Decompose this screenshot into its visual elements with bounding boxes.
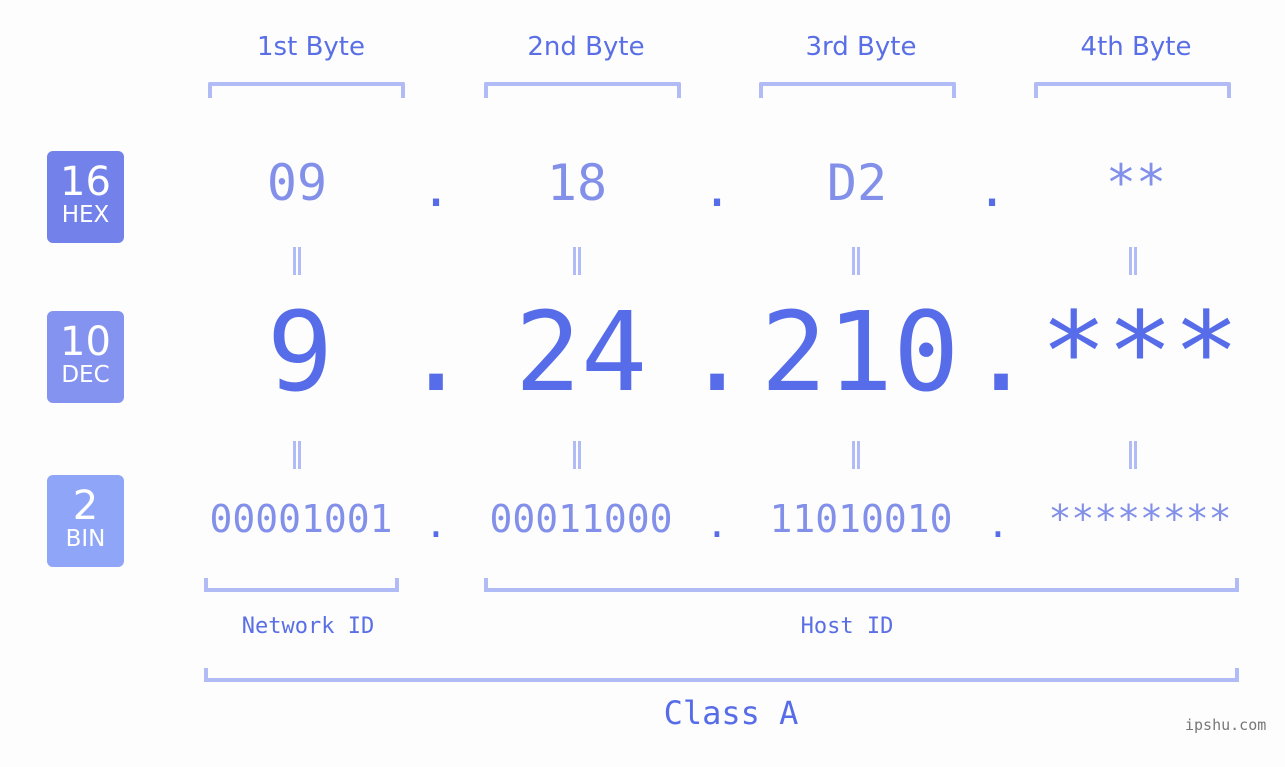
byte-bracket-1: [208, 82, 405, 98]
byte-bracket-2: [484, 82, 681, 98]
dec-value-1: 9: [266, 288, 334, 416]
class-bracket: [204, 668, 1239, 682]
host-id-label: Host ID: [800, 614, 894, 639]
hex-separator: .: [977, 160, 1008, 218]
hex-badge: 16 HEX: [47, 151, 124, 243]
hex-value-4: **: [1105, 154, 1167, 212]
watermark: ipshu.com: [1185, 716, 1267, 734]
byte-label-3: 3rd Byte: [805, 32, 917, 62]
dec-badge-name: DEC: [61, 362, 110, 388]
bin-value-3: 11010010: [769, 497, 953, 541]
equals-icon: [1129, 441, 1137, 469]
equals-icon: [1129, 247, 1137, 275]
bin-separator: .: [986, 502, 1010, 546]
dec-value-3: 210: [760, 288, 960, 416]
byte-bracket-4: [1034, 82, 1231, 98]
hex-value-3: D2: [826, 154, 888, 212]
network-id-label: Network ID: [241, 614, 375, 639]
equals-icon: [573, 247, 581, 275]
hex-badge-name: HEX: [61, 202, 110, 228]
equals-icon: [293, 441, 301, 469]
hex-separator: .: [702, 160, 733, 218]
hex-badge-number: 16: [60, 159, 111, 205]
byte-label-4: 4th Byte: [1080, 32, 1192, 62]
dec-badge-number: 10: [60, 319, 111, 365]
hex-separator: .: [421, 160, 452, 218]
dec-value-2: 24: [514, 288, 648, 416]
hex-value-1: 09: [266, 154, 328, 212]
byte-label-2: 2nd Byte: [527, 32, 645, 62]
byte-bracket-3: [759, 82, 956, 98]
bin-value-2: 00011000: [489, 497, 673, 541]
bin-badge: 2 BIN: [47, 475, 124, 567]
bin-separator: .: [424, 502, 448, 546]
byte-label-1: 1st Byte: [257, 32, 365, 62]
network-bracket: [204, 578, 399, 592]
bin-value-4: ********: [1048, 497, 1232, 541]
bin-badge-number: 2: [72, 483, 99, 529]
class-label: Class A: [663, 694, 799, 732]
equals-icon: [852, 247, 860, 275]
equals-icon: [852, 441, 860, 469]
bin-value-1: 00001001: [209, 497, 393, 541]
bin-badge-name: BIN: [65, 526, 106, 552]
equals-icon: [293, 247, 301, 275]
dec-value-4: ***: [1040, 288, 1240, 416]
bin-separator: .: [705, 502, 729, 546]
host-bracket: [484, 578, 1239, 592]
hex-value-2: 18: [546, 154, 608, 212]
dec-badge: 10 DEC: [47, 311, 124, 403]
equals-icon: [573, 441, 581, 469]
